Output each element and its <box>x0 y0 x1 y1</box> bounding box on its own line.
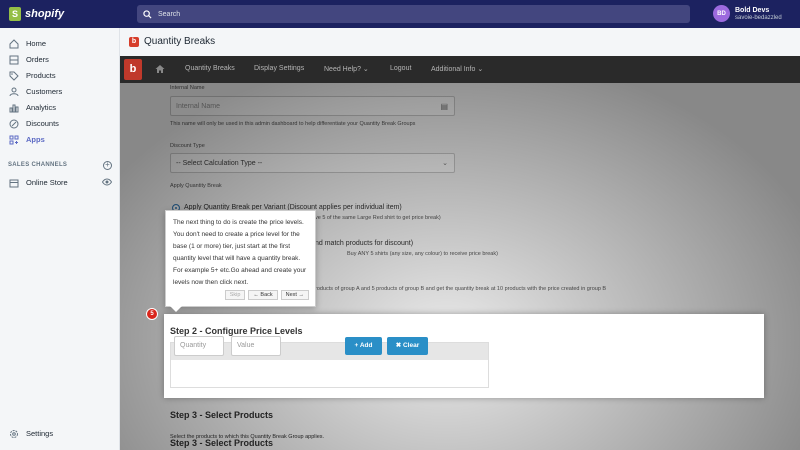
mix-match-help: Buy ANY 5 shirts (any size, any colour) … <box>347 251 498 257</box>
sidebar-item-products[interactable]: Products <box>8 70 56 81</box>
home-icon <box>8 38 19 49</box>
clear-button[interactable]: ✖ Clear <box>387 337 428 355</box>
step2-panel: Step 2 - Configure Price Levels Qty Quan… <box>164 314 764 398</box>
store-name: savoie-bedazzled <box>735 14 782 21</box>
app-header: b Quantity Breaks <box>120 28 800 56</box>
sidebar-item-label: Products <box>26 71 56 80</box>
nav-link-additional-info[interactable]: Additional Info ⌄ <box>431 65 483 73</box>
user-menu[interactable]: BD Bold Devs savoie-bedazzled <box>713 5 782 22</box>
chevron-down-icon: ⌄ <box>362 66 369 73</box>
sidebar-item-settings[interactable]: Settings <box>8 428 53 439</box>
sidebar-item-discounts[interactable]: Discounts <box>8 118 59 129</box>
apply-per-variant-help: ve 5 of the same Large Red shirt to get … <box>315 215 441 221</box>
tag-icon <box>8 70 19 81</box>
bar-chart-icon <box>8 102 19 113</box>
value-input[interactable]: Value <box>231 336 281 356</box>
sidebar-item-online-store[interactable]: Online Store <box>8 177 68 188</box>
page-title: Quantity Breaks <box>144 36 216 47</box>
app-frame: b Quantity Breaks Display Settings Need … <box>120 56 800 450</box>
sidebar-item-label: Customers <box>26 87 63 96</box>
discount-type-select[interactable]: -- Select Calculation Type -- ⌄ <box>170 153 455 173</box>
chevron-down-icon: ⌄ <box>442 160 448 167</box>
internal-name-placeholder: Internal Name <box>176 102 220 110</box>
sidebar-item-home[interactable]: Home <box>8 38 46 49</box>
sidebar-item-customers[interactable]: Customers <box>8 86 62 97</box>
nav-link-need-help[interactable]: Need Help? ⌄ <box>324 65 369 73</box>
sidebar-item-apps[interactable]: Apps <box>8 134 45 145</box>
add-channel-icon[interactable]: + <box>103 161 112 170</box>
app-navbar: b Quantity Breaks Display Settings Need … <box>120 56 800 83</box>
discount-type-label: Discount Type <box>170 143 205 149</box>
contact-card-icon: ▤ <box>440 101 448 111</box>
brand-name: shopify <box>25 8 65 20</box>
gear-icon <box>8 428 19 439</box>
home-icon[interactable] <box>155 64 165 74</box>
orders-icon <box>8 54 19 65</box>
back-button[interactable]: ← Back <box>248 290 278 300</box>
sidebar: Home Orders Products Customers Analytics… <box>0 28 120 450</box>
discount-type-value: -- Select Calculation Type -- <box>176 159 263 167</box>
step3-help: Select the products to which this Quanti… <box>170 434 325 440</box>
internal-name-input[interactable]: Internal Name ▤ <box>170 96 455 116</box>
add-button[interactable]: + Add <box>345 337 382 355</box>
bold-logo[interactable]: b <box>124 59 142 80</box>
sidebar-item-label: Home <box>26 39 47 48</box>
eye-icon[interactable] <box>102 178 112 186</box>
internal-name-help: This name will only be used in this admi… <box>170 121 416 127</box>
tooltip-arrow <box>170 306 182 312</box>
sidebar-item-label: Online Store <box>26 178 68 187</box>
search-bar[interactable]: Search <box>137 5 690 23</box>
nav-link-quantity-breaks[interactable]: Quantity Breaks <box>185 65 235 72</box>
sidebar-item-label: Discounts <box>26 119 59 128</box>
discount-icon <box>8 118 19 129</box>
person-icon <box>8 86 19 97</box>
quantity-input[interactable]: Quantity <box>174 336 224 356</box>
sidebar-item-analytics[interactable]: Analytics <box>8 102 56 113</box>
step2-title: Step 2 - Configure Price Levels <box>170 326 303 336</box>
chevron-down-icon: ⌄ <box>477 66 484 73</box>
step3-title-visible: Step 3 - Select Products <box>170 410 274 420</box>
sidebar-item-label: Settings <box>26 429 54 438</box>
next-button[interactable]: Next → <box>280 290 309 300</box>
search-placeholder: Search <box>158 10 181 18</box>
tooltip-text: The next thing to do is create the price… <box>173 219 307 286</box>
nav-link-label: Additional Info <box>431 66 476 73</box>
nav-link-label: Need Help? <box>324 66 361 73</box>
user-name: Bold Devs <box>735 6 770 14</box>
apply-quantity-break-label: Apply Quantity Break <box>170 183 222 189</box>
step-number-badge: 5 <box>146 308 158 320</box>
top-bar: S shopify Search BD Bold Devs savoie-bed… <box>0 0 800 28</box>
search-icon <box>143 9 152 19</box>
sidebar-item-label: Analytics <box>26 103 57 112</box>
internal-name-label: Internal Name <box>170 85 205 91</box>
sidebar-item-label: Orders <box>26 55 49 64</box>
nav-link-display-settings[interactable]: Display Settings <box>254 65 304 72</box>
group-option-help: roducts of group A and 5 products of gro… <box>315 286 607 292</box>
mix-match-label: nd match products for discount) <box>315 240 414 247</box>
sidebar-item-orders[interactable]: Orders <box>8 54 49 65</box>
nav-link-logout[interactable]: Logout <box>390 65 411 72</box>
skip-button[interactable]: Skip <box>224 290 246 300</box>
shopify-logo[interactable]: S shopify <box>9 7 64 21</box>
sidebar-item-label: Apps <box>26 135 45 144</box>
app-logo-icon: b <box>129 37 139 47</box>
avatar: BD <box>713 5 730 22</box>
sales-channels-label: SALES CHANNELS <box>8 162 68 168</box>
store-icon <box>8 177 19 188</box>
tour-tooltip: The next thing to do is create the price… <box>165 210 316 312</box>
shopify-bag-icon: S <box>9 7 21 21</box>
apps-icon <box>8 134 19 145</box>
